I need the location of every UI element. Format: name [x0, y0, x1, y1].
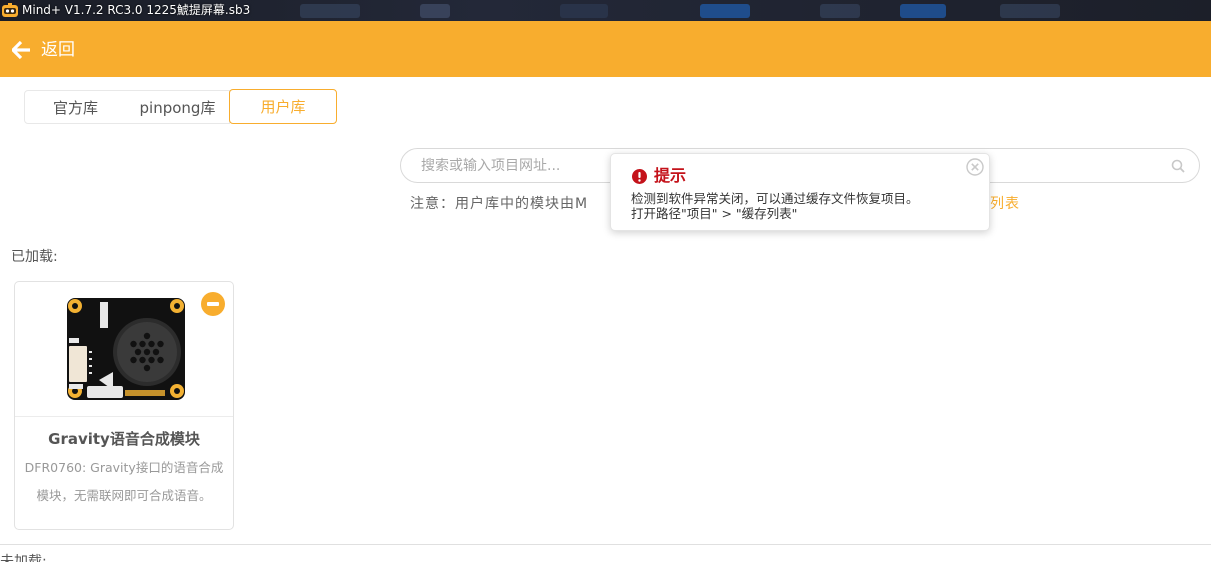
unloaded-section-label: 未加载: [0, 554, 47, 562]
background-decoration [820, 4, 860, 18]
loaded-section-label: 已加载: [11, 249, 58, 265]
background-decoration [700, 4, 750, 18]
tab-official-library[interactable]: 官方库 [24, 90, 127, 124]
header-bar: 返回 [0, 22, 1211, 77]
module-card[interactable]: Gravity语音合成模块 DFR0760: Gravity接口的语音合成模块，… [14, 281, 234, 530]
notification-line-2: 打开路径"项目" > "缓存列表" [631, 206, 798, 221]
title-bar: Mind+ V1.7.2 RC3.0 1225鯱提屏幕.sb3 [0, 0, 1211, 22]
window-title: Mind+ V1.7.2 RC3.0 1225鯱提屏幕.sb3 [22, 3, 251, 17]
background-decoration [420, 4, 450, 18]
app-logo-icon [2, 3, 18, 17]
search-icon[interactable] [1171, 159, 1185, 173]
app-window: Mind+ V1.7.2 RC3.0 1225鯱提屏幕.sb3 返回 官方库 p… [0, 0, 1211, 562]
close-icon[interactable] [966, 158, 984, 176]
background-decoration [560, 4, 608, 18]
tab-user-library[interactable]: 用户库 [229, 89, 337, 124]
notification-line-1: 检测到软件异常关闭，可以通过缓存文件恢复项目。 [631, 191, 919, 206]
module-title: Gravity语音合成模块 [48, 430, 200, 448]
notification-message: 检测到软件异常关闭，可以通过缓存文件恢复项目。 打开路径"项目" > "缓存列表… [631, 191, 981, 221]
arrow-left-icon [12, 41, 30, 59]
user-library-notice: 注意：用户库中的模块由M [410, 196, 589, 212]
notification-title: 提示 [654, 166, 687, 185]
speech-synthesis-module-image [67, 298, 185, 400]
recovery-notification: 提示 检测到软件异常关闭，可以通过缓存文件恢复项目。 打开路径"项目" > "缓… [610, 153, 990, 231]
alert-icon [632, 169, 647, 184]
module-description: DFR0760: Gravity接口的语音合成模块，无需联网即可合成语音。 [24, 460, 224, 503]
background-decoration [1000, 4, 1060, 18]
background-decoration [900, 4, 946, 18]
section-divider [0, 544, 1211, 545]
background-decoration [300, 4, 360, 18]
tab-pinpong-library[interactable]: pinpong库 [126, 90, 230, 124]
back-button[interactable]: 返回 [12, 37, 75, 63]
remove-module-button[interactable] [201, 292, 225, 316]
back-label: 返回 [41, 40, 75, 60]
